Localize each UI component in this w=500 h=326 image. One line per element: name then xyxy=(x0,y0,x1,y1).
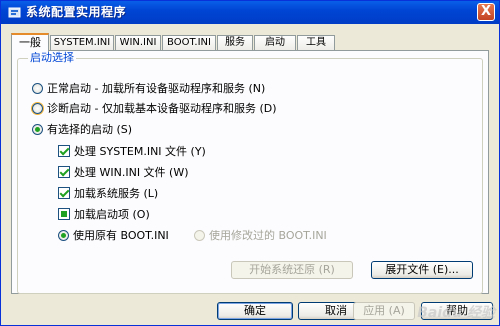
load-services-label: 加载系统服务 (L) xyxy=(74,187,159,200)
option-load-services[interactable]: 加载系统服务 (L) xyxy=(58,185,158,201)
diagnostic-startup-option[interactable]: 诊断启动 - 仅加载基本设备驱动程序和服务 (D) xyxy=(32,100,277,116)
startup-selection-group: 启动选择 正常启动 - 加载所有设备驱动程序和服务 (N) 诊断启动 - 仅加载… xyxy=(17,52,483,294)
ok-button[interactable]: 确定 xyxy=(217,302,293,320)
win-ini-checkbox[interactable] xyxy=(58,166,70,178)
normal-startup-radio[interactable] xyxy=(32,82,43,94)
expand-file-button[interactable]: 展开文件 (E)... xyxy=(371,261,473,279)
normal-startup-option[interactable]: 正常启动 - 加载所有设备驱动程序和服务 (N) xyxy=(32,80,265,96)
diagnostic-startup-radio[interactable] xyxy=(32,102,43,114)
tab-startup[interactable]: 启动 xyxy=(254,35,296,51)
option-win-ini[interactable]: 处理 WIN.INI 文件 (W) xyxy=(58,164,189,180)
title-bar[interactable]: 系统配置实用程序 X xyxy=(1,1,499,24)
selective-startup-option[interactable]: 有选择的启动 (S) xyxy=(32,121,132,137)
use-modified-bootini-option[interactable]: 使用修改过的 BOOT.INI xyxy=(194,227,327,243)
apply-button[interactable]: 应用 (A) xyxy=(353,302,415,320)
use-original-bootini-option[interactable]: 使用原有 BOOT.INI xyxy=(58,227,169,243)
selective-startup-radio[interactable] xyxy=(32,123,43,135)
option-system-ini[interactable]: 处理 SYSTEM.INI 文件 (Y) xyxy=(58,143,206,159)
group-title: 启动选择 xyxy=(28,51,76,64)
tab-win-ini[interactable]: WIN.INI xyxy=(115,35,161,51)
msconfig-icon xyxy=(8,7,21,18)
normal-startup-label: 正常启动 - 加载所有设备驱动程序和服务 (N) xyxy=(47,82,266,95)
system-config-window: 系统配置实用程序 X 一般 SYSTEM.INI WIN.INI BOOT.IN… xyxy=(0,0,500,326)
launch-system-restore-button[interactable]: 开始系统还原 (R) xyxy=(231,261,353,279)
win-ini-label: 处理 WIN.INI 文件 (W) xyxy=(74,166,189,179)
tab-tools[interactable]: 工具 xyxy=(297,35,335,51)
tab-system-ini[interactable]: SYSTEM.INI xyxy=(50,35,114,51)
use-original-bootini-label: 使用原有 BOOT.INI xyxy=(73,229,169,242)
tab-services[interactable]: 服务 xyxy=(217,35,253,51)
general-tab-panel: 启动选择 正常启动 - 加载所有设备驱动程序和服务 (N) 诊断启动 - 仅加载… xyxy=(11,50,489,294)
load-startup-items-checkbox[interactable] xyxy=(58,208,70,220)
help-button[interactable]: 帮助 xyxy=(421,302,493,320)
option-load-startup-items[interactable]: 加载启动项 (O) xyxy=(58,206,150,222)
system-ini-label: 处理 SYSTEM.INI 文件 (Y) xyxy=(74,145,206,158)
selective-startup-label: 有选择的启动 (S) xyxy=(47,123,133,136)
diagnostic-startup-label: 诊断启动 - 仅加载基本设备驱动程序和服务 (D) xyxy=(47,102,277,115)
load-startup-items-label: 加载启动项 (O) xyxy=(74,208,150,221)
use-modified-bootini-label: 使用修改过的 BOOT.INI xyxy=(209,229,327,242)
use-original-bootini-radio[interactable] xyxy=(58,229,69,241)
close-button[interactable]: X xyxy=(477,3,495,21)
tab-general[interactable]: 一般 xyxy=(11,33,49,52)
window-title: 系统配置实用程序 xyxy=(26,5,127,19)
system-ini-checkbox[interactable] xyxy=(58,145,70,157)
load-services-checkbox[interactable] xyxy=(58,187,70,199)
tab-boot-ini[interactable]: BOOT.INI xyxy=(162,35,216,51)
use-modified-bootini-radio[interactable] xyxy=(194,229,205,241)
